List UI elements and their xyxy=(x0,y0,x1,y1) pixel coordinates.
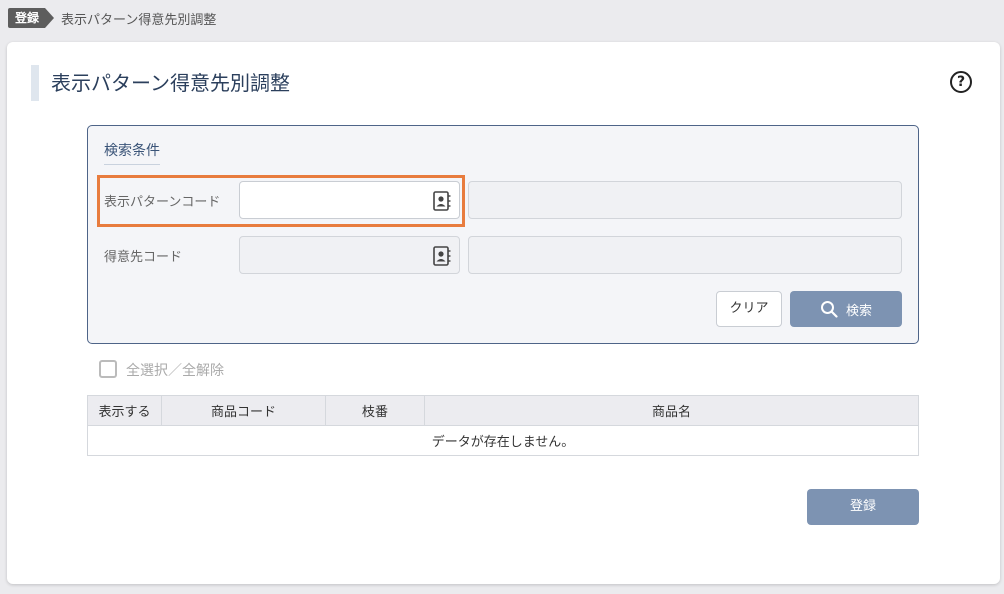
table-row: データが存在しません。 xyxy=(88,426,919,456)
product-table: 表示する 商品コード 枝番 商品名 データが存在しません。 xyxy=(87,395,919,456)
main-card: 表示パターン得意先別調整 ? 検索条件 表示パターンコード 得意先コード クリア… xyxy=(7,42,1000,584)
search-button-label: 検索 xyxy=(845,303,872,319)
search-icon xyxy=(820,301,838,318)
title-accent-bar xyxy=(31,65,39,101)
search-panel-title: 検索条件 xyxy=(104,140,160,165)
column-header-product-code: 商品コード xyxy=(161,395,326,426)
column-header-branch-no: 枝番 xyxy=(325,395,425,426)
pattern-name-field xyxy=(468,181,902,219)
breadcrumb-current: 表示パターン得意先別調整 xyxy=(61,12,217,28)
register-button[interactable]: 登録 xyxy=(807,489,919,525)
pattern-code-input[interactable] xyxy=(239,181,460,219)
column-header-display: 表示する xyxy=(87,395,162,426)
breadcrumb: 登録 表示パターン得意先別調整 xyxy=(8,7,216,29)
customer-name-field xyxy=(468,236,902,274)
breadcrumb-tag[interactable]: 登録 xyxy=(8,8,55,28)
pattern-code-label: 表示パターンコード xyxy=(104,195,221,210)
search-panel: 検索条件 表示パターンコード 得意先コード クリア 検索 xyxy=(87,125,919,344)
contact-book-icon[interactable] xyxy=(433,246,451,266)
table-header-row: 表示する 商品コード 枝番 商品名 xyxy=(87,395,919,426)
page-title: 表示パターン得意先別調整 xyxy=(51,71,290,95)
search-button[interactable]: 検索 xyxy=(790,291,902,327)
contact-book-icon[interactable] xyxy=(433,191,451,211)
clear-button[interactable]: クリア xyxy=(716,291,782,327)
column-header-product-name: 商品名 xyxy=(424,395,919,426)
select-all-label: 全選択／全解除 xyxy=(126,363,224,379)
empty-message: データが存在しません。 xyxy=(431,435,575,450)
help-icon[interactable]: ? xyxy=(950,71,972,93)
customer-code-input[interactable] xyxy=(239,236,460,274)
customer-code-label: 得意先コード xyxy=(104,250,183,265)
select-all-checkbox[interactable] xyxy=(99,360,117,378)
